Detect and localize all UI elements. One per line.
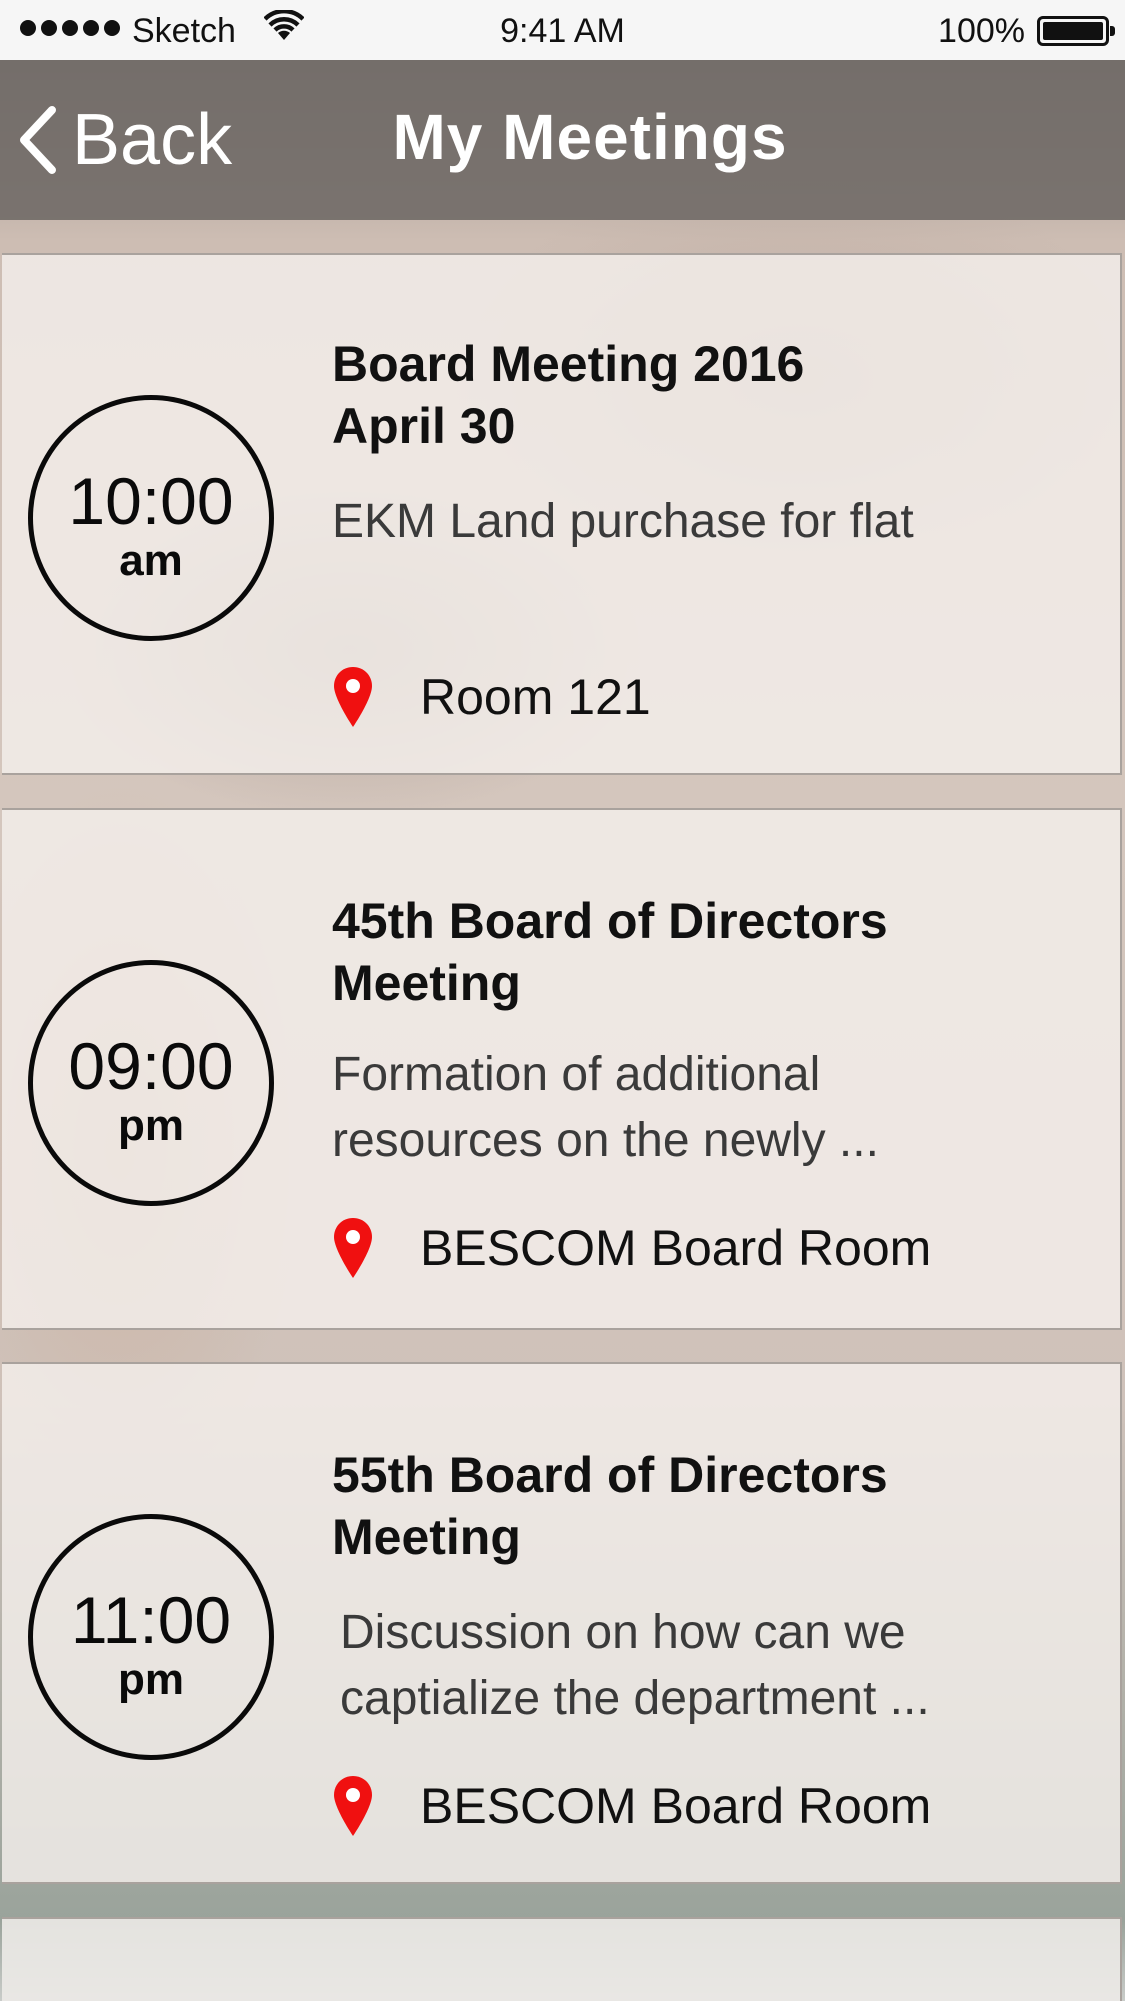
meeting-title: Board Meeting 2016 April 30: [332, 336, 805, 454]
map-pin-icon: [334, 1776, 372, 1836]
meeting-time-badge: 09:00 pm: [28, 960, 274, 1206]
battery-icon: [1037, 16, 1115, 46]
map-pin-icon: [334, 667, 372, 727]
meeting-location-label: BESCOM Board Room: [420, 1220, 932, 1276]
meeting-ampm: pm: [118, 1655, 184, 1704]
meeting-description: Formation of additional resources on the…: [332, 1048, 879, 1167]
meeting-time-badge: 11:00 pm: [28, 1514, 274, 1760]
meeting-title: 55th Board of Directors Meeting: [332, 1447, 888, 1565]
meeting-time: 10:00: [68, 464, 234, 538]
meeting-title: 45th Board of Directors Meeting: [332, 893, 888, 1011]
meeting-time: 09:00: [68, 1029, 234, 1103]
meeting-description: EKM Land purchase for flat: [332, 495, 914, 548]
meeting-description: Discussion on how can we captialize the …: [340, 1606, 930, 1725]
meeting-ampm: pm: [118, 1101, 184, 1150]
meeting-card[interactable]: [2, 1917, 1122, 2001]
battery-percentage: 100%: [938, 12, 1025, 50]
meeting-card[interactable]: 11:00 pm 55th Board of Directors Meeting…: [2, 1362, 1122, 1884]
meeting-location: BESCOM Board Room: [332, 1774, 931, 1838]
navigation-bar: Back My Meetings: [0, 60, 1125, 220]
meeting-time-badge: 10:00 am: [28, 395, 274, 641]
meeting-card[interactable]: 10:00 am Board Meeting 2016 April 30 EKM…: [2, 253, 1122, 775]
map-pin-icon: [334, 1218, 372, 1278]
meeting-location: Room 121: [332, 665, 651, 729]
page-title: My Meetings: [392, 101, 788, 173]
meeting-location-label: BESCOM Board Room: [420, 1778, 932, 1834]
meeting-ampm: am: [119, 536, 183, 585]
meeting-card[interactable]: 09:00 pm 45th Board of Directors Meeting…: [2, 808, 1122, 1330]
status-bar: Sketch 9:41 AM 100%: [0, 0, 1125, 60]
meeting-location: BESCOM Board Room: [332, 1216, 931, 1280]
meeting-time: 11:00: [70, 1583, 232, 1657]
meeting-location-label: Room 121: [420, 669, 651, 725]
